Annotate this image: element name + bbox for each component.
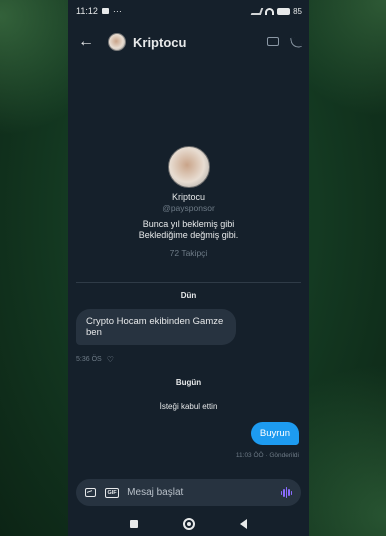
wifi-icon [265,7,275,15]
phone-screen: 11:12 ··· 85 ← Kriptocu Kriptocu @payspo… [68,0,309,536]
profile-name: Kriptocu [171,192,206,202]
profile-card[interactable]: Kriptocu @paysponsor Bunca yıl beklemiş … [68,146,309,258]
signal-icon [250,7,264,15]
status-extra: ··· [112,6,122,16]
incoming-message-bubble[interactable]: Crypto Hocam ekibinden Gamze ben [76,309,236,345]
gif-icon[interactable]: GIF [105,487,120,498]
conversation-header: ← Kriptocu [68,22,309,62]
image-icon[interactable] [85,488,96,497]
outgoing-message-bubble[interactable]: Buyrun [250,422,299,445]
message-composer: GIF [76,479,301,506]
follower-count: 72 Takipçi [169,248,208,258]
header-avatar[interactable] [108,33,126,51]
battery-level: 85 [293,6,302,16]
nav-back-button[interactable] [239,519,247,529]
outgoing-message-meta: 11:03 ÖÖ · Gönderildi [235,452,299,459]
recents-button[interactable] [130,520,139,528]
incoming-timestamp: 5:36 ÖS [76,356,102,363]
profile-avatar[interactable] [167,146,210,188]
home-button[interactable] [182,518,195,530]
voice-message-icon[interactable] [280,487,292,498]
status-time: 11:12 [76,6,98,16]
profile-handle: @paysponsor [162,203,215,213]
back-arrow-icon[interactable]: ← [78,33,98,51]
bio-line-1: Bunca yıl beklemiş gibi [142,219,235,229]
battery-icon [277,7,291,15]
date-separator-yesterday: Dün [180,291,197,300]
system-nav-bar [68,512,309,536]
video-call-icon[interactable] [267,36,279,46]
date-separator-today: Bugün [175,378,202,387]
add-reaction-icon[interactable]: ♡ [107,355,114,364]
screen-record-icon [101,8,109,14]
divider [76,282,301,283]
system-message: İsteği kabul ettin [159,402,218,411]
message-input[interactable] [127,487,281,498]
incoming-message-meta: 5:36 ÖS ♡ [76,355,114,364]
bio-line-2: Beklediğime değmiş gibi. [138,230,239,240]
voice-call-icon[interactable] [290,35,302,49]
status-bar: 11:12 ··· 85 [68,0,309,22]
profile-bio: Bunca yıl beklemiş gibi Beklediğime değm… [68,219,309,241]
background-glow-right [296,0,386,140]
conversation-title[interactable]: Kriptocu [133,35,267,50]
